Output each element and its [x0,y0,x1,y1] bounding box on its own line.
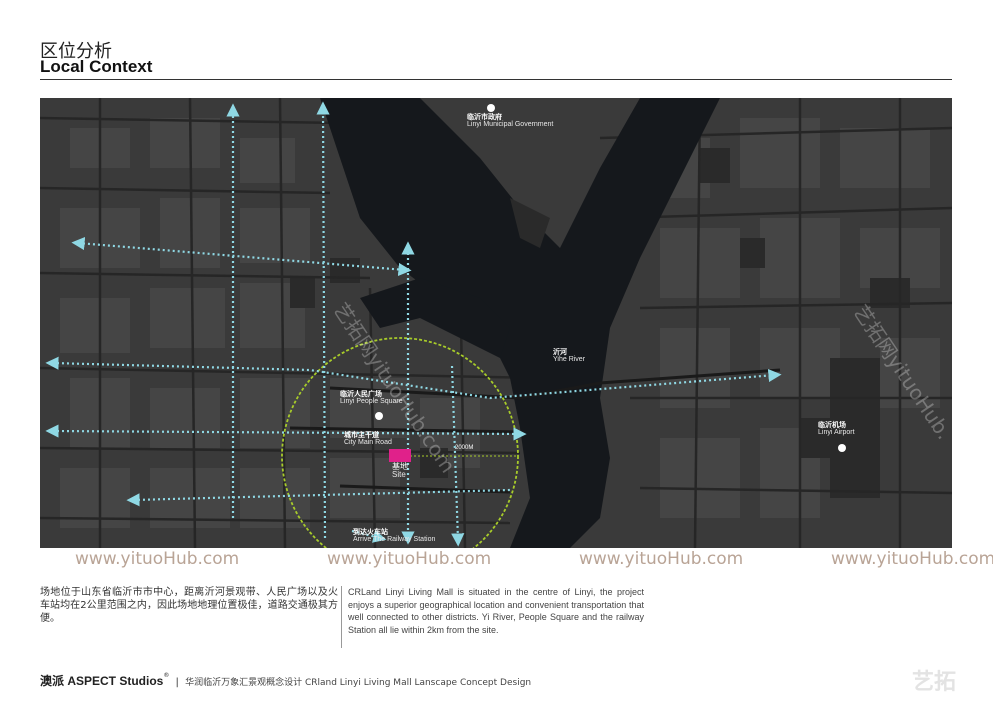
watermark-url-3: www.yituoHub.com [579,549,744,569]
watermark-logo: 艺拓 [912,670,957,695]
location-map: 临沂市政府 Linyi Municipal Government 沂河 Yihe… [40,98,952,548]
footer-separator: | [175,677,179,688]
watermark-url-4: www.yituoHub.com [831,549,993,569]
watermark-url-2: www.yituoHub.com [327,549,492,569]
site-marker [389,449,411,462]
description-en: CRLand Linyi Living Mall is situated in … [348,587,644,635]
label-airport: 临沂机场 Linyi Airport [818,421,855,437]
people-square-dot [375,412,383,420]
label-river: 沂河 Yihe River [553,348,586,364]
title-divider [40,79,952,80]
label-main-road: 城市主干道 City Main Road [344,431,392,447]
description-divider [341,586,342,648]
description-cn: 场地位于山东省临沂市市中心，距离沂河景观带、人民广场以及火车站均在2公里范围之内… [40,587,338,624]
footer-reg-mark: ® [163,672,170,679]
label-site: 基地 Site [392,462,408,480]
watermark-url-1: www.yituoHub.com [75,549,240,569]
distance-label: 2000M [455,445,474,451]
footer: 澳派 ASPECT Studios® | 华润临沂万象汇景观概念设计 CRlan… [40,672,531,689]
government-dot [487,104,495,112]
page-title-en: Local Context [40,57,153,76]
footer-project: 华润临沂万象汇景观概念设计 CRland Linyi Living Mall L… [185,678,532,688]
footer-brand: 澳派 ASPECT Studios [40,674,164,688]
label-railway: 到达火车站 Arrive The Railway Station [353,528,436,544]
label-government: 临沂市政府 Linyi Municipal Government [467,113,554,129]
airport-dot [838,444,846,452]
map-canvas [40,98,952,548]
